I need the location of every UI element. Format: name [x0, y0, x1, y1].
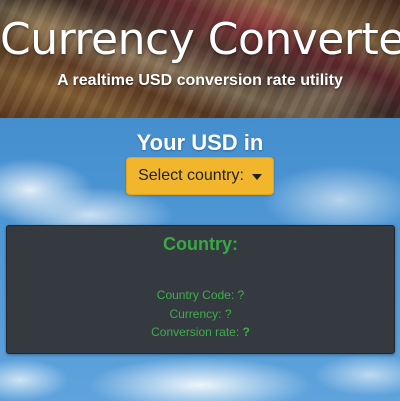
- conversion-rate-label: Conversion rate:: [151, 325, 240, 339]
- country-code-label: Country Code:: [156, 288, 235, 302]
- card-title: Country:: [163, 234, 238, 254]
- country-code-value: ?: [237, 288, 245, 302]
- currency-label: Currency:: [169, 307, 222, 321]
- caret-down-icon: [251, 174, 262, 180]
- page: Currency Converter A realtime USD conver…: [0, 0, 400, 401]
- app-subtitle: A realtime USD conversion rate utility: [57, 72, 343, 89]
- header-banner: Currency Converter A realtime USD conver…: [0, 0, 400, 118]
- dropdown-label: Select country:: [138, 167, 244, 184]
- section-heading: Your USD in: [136, 130, 264, 155]
- conversion-rate-line: Conversion rate: ?: [7, 325, 394, 339]
- result-card: Country: Country Code: ? Currency: ? Con…: [6, 225, 395, 354]
- country-code-line: Country Code: ?: [7, 288, 394, 302]
- currency-line: Currency: ?: [7, 307, 394, 321]
- conversion-rate-value: ?: [242, 325, 250, 339]
- country-select-dropdown[interactable]: Select country:: [126, 157, 274, 195]
- currency-value: ?: [224, 307, 232, 321]
- app-title: Currency Converter: [0, 14, 400, 65]
